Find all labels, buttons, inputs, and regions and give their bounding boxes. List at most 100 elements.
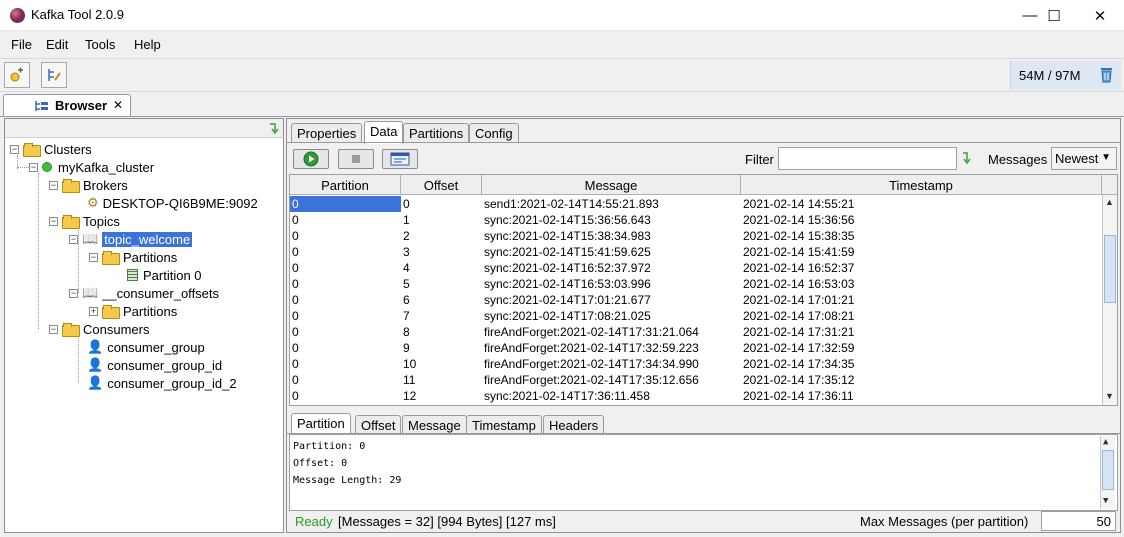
tree-node-cluster[interactable]: − myKafka_cluster — [29, 158, 154, 176]
cell-timestamp: 2021-02-14 15:38:35 — [743, 229, 855, 243]
play-icon — [303, 151, 319, 167]
apply-filter-arrow-icon[interactable] — [960, 151, 972, 165]
collapse-toggle[interactable]: − — [49, 216, 58, 226]
title-bar: Kafka Tool 2.0.9 — ☐ ✕ — [0, 0, 1124, 31]
table-row[interactable]: 0 2 sync:2021-02-14T15:38:34.983 2021-02… — [290, 228, 1102, 244]
cell-timestamp: 2021-02-14 17:01:21 — [743, 293, 855, 307]
tree-node-consumer-group[interactable]: 👤 consumer_group_id — [87, 356, 222, 374]
tab-partitions[interactable]: Partitions — [403, 123, 470, 143]
menu-file[interactable]: File — [11, 37, 32, 52]
chevron-down-icon: ▼ — [1101, 152, 1111, 163]
collapse-toggle[interactable]: − — [10, 144, 19, 154]
menu-help[interactable]: Help — [134, 37, 161, 52]
cell-timestamp: 2021-02-14 15:41:59 — [743, 245, 855, 259]
messages-label: Messages — [988, 152, 1048, 167]
collapse-toggle[interactable]: − — [49, 180, 58, 190]
scroll-down-arrow-icon[interactable]: ▼ — [1105, 391, 1114, 401]
table-row[interactable]: 0 8 fireAndForget:2021-02-14T17:31:21.06… — [290, 324, 1102, 340]
table-row[interactable]: 0 10 fireAndForget:2021-02-14T17:34:34.9… — [290, 356, 1102, 372]
column-header-timestamp[interactable]: Timestamp — [741, 175, 1102, 195]
tree-node-broker[interactable]: ⚙ DESKTOP-QI6B9ME:9092 — [87, 194, 258, 212]
scrollbar-thumb[interactable] — [1104, 235, 1116, 303]
scroll-up-arrow-icon[interactable]: ▲ — [1105, 197, 1114, 207]
trash-icon[interactable] — [1100, 67, 1113, 83]
menu-edit[interactable]: Edit — [46, 37, 68, 52]
tree-node-consumer-group[interactable]: 👤 consumer_group — [87, 338, 205, 356]
tab-offset[interactable]: Offset — [355, 415, 402, 434]
messages-select[interactable]: Newest ▼ — [1051, 147, 1117, 170]
tab-headers[interactable]: Headers — [543, 415, 605, 434]
table-row[interactable]: 0 7 sync:2021-02-14T17:08:21.025 2021-02… — [290, 308, 1102, 324]
maximize-button[interactable]: ☐ — [1031, 0, 1077, 31]
refresh-arrow-icon[interactable] — [267, 122, 279, 134]
collapse-toggle[interactable]: − — [29, 162, 38, 172]
tree-node-consumers[interactable]: − Consumers — [49, 320, 149, 338]
table-row[interactable]: 0 6 sync:2021-02-14T17:01:21.677 2021-02… — [290, 292, 1102, 308]
tree-label: __consumer_offsets — [102, 285, 220, 301]
topic-book-icon: 📖 — [82, 231, 99, 246]
collapse-toggle[interactable]: − — [69, 288, 78, 298]
collapse-toggle[interactable]: − — [89, 252, 98, 262]
table-row[interactable]: 0 0 send1:2021-02-14T14:55:21.893 2021-0… — [290, 196, 1102, 212]
tree-node-partition-0[interactable]: Partition 0 — [127, 266, 202, 284]
tree-node-topic-welcome[interactable]: − 📖 topic_welcome — [69, 230, 193, 248]
stop-button[interactable] — [338, 149, 374, 169]
filter-input[interactable] — [778, 147, 957, 170]
table-row[interactable]: 0 3 sync:2021-02-14T15:41:59.625 2021-02… — [290, 244, 1102, 260]
message-detail-text[interactable]: Partition: 0 Offset: 0 Message Length: 2… — [289, 434, 1118, 511]
cell-message: fireAndForget:2021-02-14T17:34:34.990 — [484, 357, 699, 371]
edit-connection-button[interactable] — [41, 62, 67, 88]
table-row[interactable]: 0 4 sync:2021-02-14T16:52:37.972 2021-02… — [290, 260, 1102, 276]
cell-timestamp: 2021-02-14 17:35:12 — [743, 373, 855, 387]
column-header-message[interactable]: Message — [482, 175, 741, 195]
filter-label: Filter — [745, 152, 774, 167]
browser-tab-close-icon[interactable]: ✕ — [113, 98, 123, 112]
detail-scrollbar[interactable]: ▲ ▼ — [1100, 436, 1115, 509]
scrollbar-thumb[interactable] — [1102, 450, 1114, 490]
tab-message[interactable]: Message — [402, 415, 467, 434]
collapse-toggle[interactable]: − — [49, 324, 58, 334]
browser-tab[interactable]: Browser ✕ — [3, 94, 131, 117]
status-info: [Messages = 32] [994 Bytes] [127 ms] — [338, 514, 556, 529]
max-messages-input[interactable]: 50 — [1041, 511, 1116, 531]
collapse-toggle[interactable]: − — [69, 234, 78, 244]
table-row[interactable]: 0 9 fireAndForget:2021-02-14T17:32:59.22… — [290, 340, 1102, 356]
expand-toggle[interactable]: + — [89, 306, 98, 316]
memory-indicator: 54M / 97M — [1010, 61, 1121, 90]
cell-timestamp: 2021-02-14 17:32:59 — [743, 341, 855, 355]
table-row[interactable]: 0 5 sync:2021-02-14T16:53:03.996 2021-02… — [290, 276, 1102, 292]
tab-timestamp[interactable]: Timestamp — [466, 415, 542, 434]
toolbar: 54M / 97M — [0, 58, 1124, 92]
tab-config[interactable]: Config — [469, 123, 519, 143]
tab-data[interactable]: Data — [364, 121, 404, 144]
new-connection-button[interactable] — [4, 62, 30, 88]
cell-message: sync:2021-02-14T16:53:03.996 — [484, 277, 651, 291]
menu-tools[interactable]: Tools — [85, 37, 115, 52]
cell-message: fireAndForget:2021-02-14T17:31:21.064 — [484, 325, 699, 339]
tab-partition[interactable]: Partition — [291, 413, 351, 434]
view-toggle-button[interactable] — [382, 149, 418, 169]
tree-node-clusters[interactable]: − Clusters — [10, 140, 92, 158]
tree-node-topics[interactable]: − Topics — [49, 212, 120, 230]
play-button[interactable] — [293, 149, 329, 169]
new-connection-icon — [10, 67, 23, 82]
tab-properties[interactable]: Properties — [291, 123, 363, 143]
cell-message: fireAndForget:2021-02-14T17:35:12.656 — [484, 373, 699, 387]
cell-message: send1:2021-02-14T14:55:21.893 — [484, 197, 659, 211]
table-row[interactable]: 0 1 sync:2021-02-14T15:36:56.643 2021-02… — [290, 212, 1102, 228]
tree-node-brokers[interactable]: − Brokers — [49, 176, 128, 194]
tree-node-partitions-2[interactable]: + Partitions — [89, 302, 177, 320]
tree-node-consumer-offsets[interactable]: − 📖 __consumer_offsets — [69, 284, 219, 302]
table-row[interactable]: 0 12 sync:2021-02-14T17:36:11.458 2021-0… — [290, 388, 1102, 404]
column-header-partition[interactable]: Partition — [290, 175, 401, 195]
scroll-down-arrow-icon[interactable]: ▼ — [1103, 496, 1108, 506]
scroll-up-arrow-icon[interactable]: ▲ — [1103, 437, 1108, 447]
tree-node-consumer-group[interactable]: 👤 consumer_group_id_2 — [87, 374, 237, 392]
view-window-icon — [390, 152, 410, 166]
tree-node-partitions[interactable]: − Partitions — [89, 248, 177, 266]
stop-icon — [352, 155, 360, 163]
table-scrollbar[interactable]: ▲ ▼ — [1102, 195, 1117, 405]
table-row[interactable]: 0 11 fireAndForget:2021-02-14T17:35:12.6… — [290, 372, 1102, 388]
column-header-offset[interactable]: Offset — [401, 175, 482, 195]
close-button[interactable]: ✕ — [1077, 0, 1123, 31]
